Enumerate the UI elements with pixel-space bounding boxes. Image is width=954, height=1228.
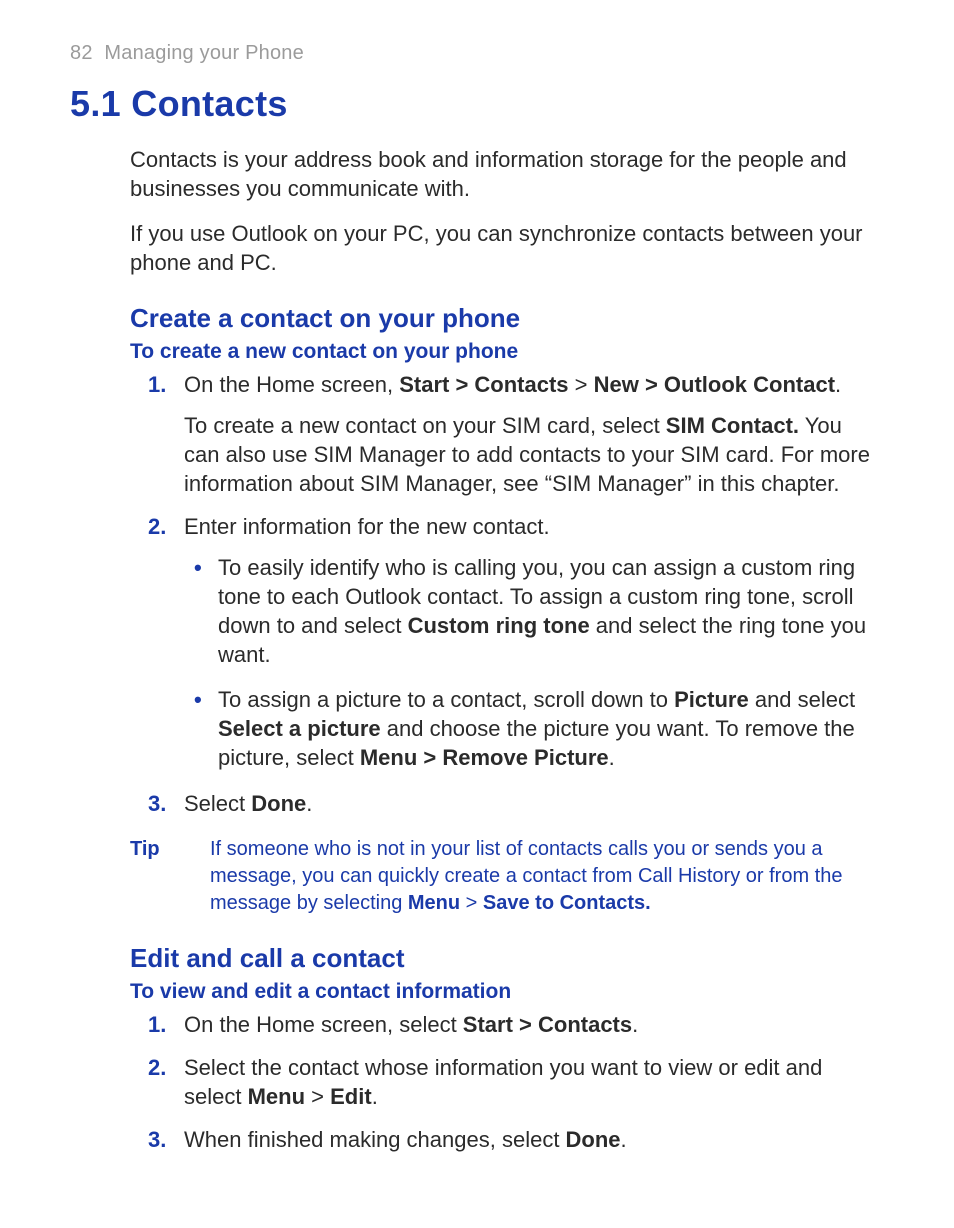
step-marker: 3. (148, 1125, 166, 1154)
edit-contact-steps: 1. On the Home screen, select Start > Co… (130, 1010, 874, 1154)
text-run: . (621, 1127, 627, 1152)
running-header: 82 Managing your Phone (70, 42, 884, 65)
step-body: On the Home screen, select Start > Conta… (184, 1010, 874, 1039)
bold-run: Custom ring tone (408, 613, 590, 638)
tip-label: Tip (130, 836, 180, 917)
bold-run: Menu > Remove Picture (360, 745, 609, 770)
bold-run: Done (566, 1127, 621, 1152)
page-number: 82 (70, 42, 93, 64)
sub-bullets: To easily identify who is calling you, y… (184, 553, 874, 772)
bold-run: Done (251, 791, 306, 816)
text-run: . (306, 791, 312, 816)
text-run: and select (749, 687, 855, 712)
bold-run: Edit (330, 1084, 372, 1109)
edit-contact-procedure-heading: To view and edit a contact information (130, 980, 874, 1004)
bold-run: Picture (674, 687, 749, 712)
bold-run: Menu (408, 892, 460, 914)
text-run: . (372, 1084, 378, 1109)
bold-run: Select a picture (218, 716, 381, 741)
text-run: > (569, 372, 594, 397)
chapter-title: Managing your Phone (104, 42, 304, 64)
text-run: . (835, 372, 841, 397)
list-item: 3. Select Done. (130, 789, 874, 818)
text-run: Select (184, 791, 251, 816)
list-item: To easily identify who is calling you, y… (184, 553, 874, 669)
step-marker: 2. (148, 512, 166, 541)
list-item: 3. When finished making changes, select … (130, 1125, 874, 1154)
create-contact-procedure-heading: To create a new contact on your phone (130, 340, 874, 364)
text-run: On the Home screen, (184, 372, 399, 397)
section-title: 5.1 Contacts (70, 83, 884, 125)
step-body: On the Home screen, Start > Contacts > N… (184, 370, 874, 498)
text-run: > (460, 892, 483, 914)
step-marker: 3. (148, 789, 166, 818)
list-item: To assign a picture to a contact, scroll… (184, 685, 874, 772)
bold-run: New > Outlook Contact (594, 372, 835, 397)
step-marker: 1. (148, 1010, 166, 1039)
text-run: . (632, 1012, 638, 1037)
edit-contact-heading: Edit and call a contact (130, 943, 874, 974)
step-body: Select the contact whose information you… (184, 1053, 874, 1111)
step-marker: 1. (148, 370, 166, 399)
list-item: 2. Enter information for the new contact… (130, 512, 874, 772)
tip-body: If someone who is not in your list of co… (210, 836, 874, 917)
tip-block: Tip If someone who is not in your list o… (130, 836, 874, 917)
text-run: . (609, 745, 615, 770)
text-run: To assign a picture to a contact, scroll… (218, 687, 674, 712)
bold-run: Start > Contacts (399, 372, 568, 397)
step-text: Enter information for the new contact. (184, 512, 874, 541)
step-body: When finished making changes, select Don… (184, 1125, 874, 1154)
create-contact-heading: Create a contact on your phone (130, 303, 874, 334)
text-run: On the Home screen, select (184, 1012, 463, 1037)
step-body: Select Done. (184, 789, 874, 818)
step-followup: To create a new contact on your SIM card… (184, 411, 874, 498)
bold-run: SIM Contact. (666, 413, 799, 438)
intro-paragraph-1: Contacts is your address book and inform… (130, 145, 874, 203)
body-text: Contacts is your address book and inform… (130, 145, 874, 1154)
text-run: > (305, 1084, 330, 1109)
list-item: 1. On the Home screen, select Start > Co… (130, 1010, 874, 1039)
section-name: Contacts (131, 83, 287, 124)
section-number: 5.1 (70, 83, 121, 124)
bold-run: Save to Contacts. (483, 892, 651, 914)
list-item: 1. On the Home screen, Start > Contacts … (130, 370, 874, 498)
intro-paragraph-2: If you use Outlook on your PC, you can s… (130, 219, 874, 277)
page: 82 Managing your Phone 5.1 Contacts Cont… (0, 0, 954, 1228)
list-item: 2. Select the contact whose information … (130, 1053, 874, 1111)
bold-run: Start > Contacts (463, 1012, 632, 1037)
create-contact-steps: 1. On the Home screen, Start > Contacts … (130, 370, 874, 817)
text-run: When finished making changes, select (184, 1127, 566, 1152)
step-marker: 2. (148, 1053, 166, 1082)
step-body: Enter information for the new contact. T… (184, 512, 874, 772)
bold-run: Menu (248, 1084, 305, 1109)
step-text: On the Home screen, Start > Contacts > N… (184, 370, 874, 399)
text-run: To create a new contact on your SIM card… (184, 413, 666, 438)
